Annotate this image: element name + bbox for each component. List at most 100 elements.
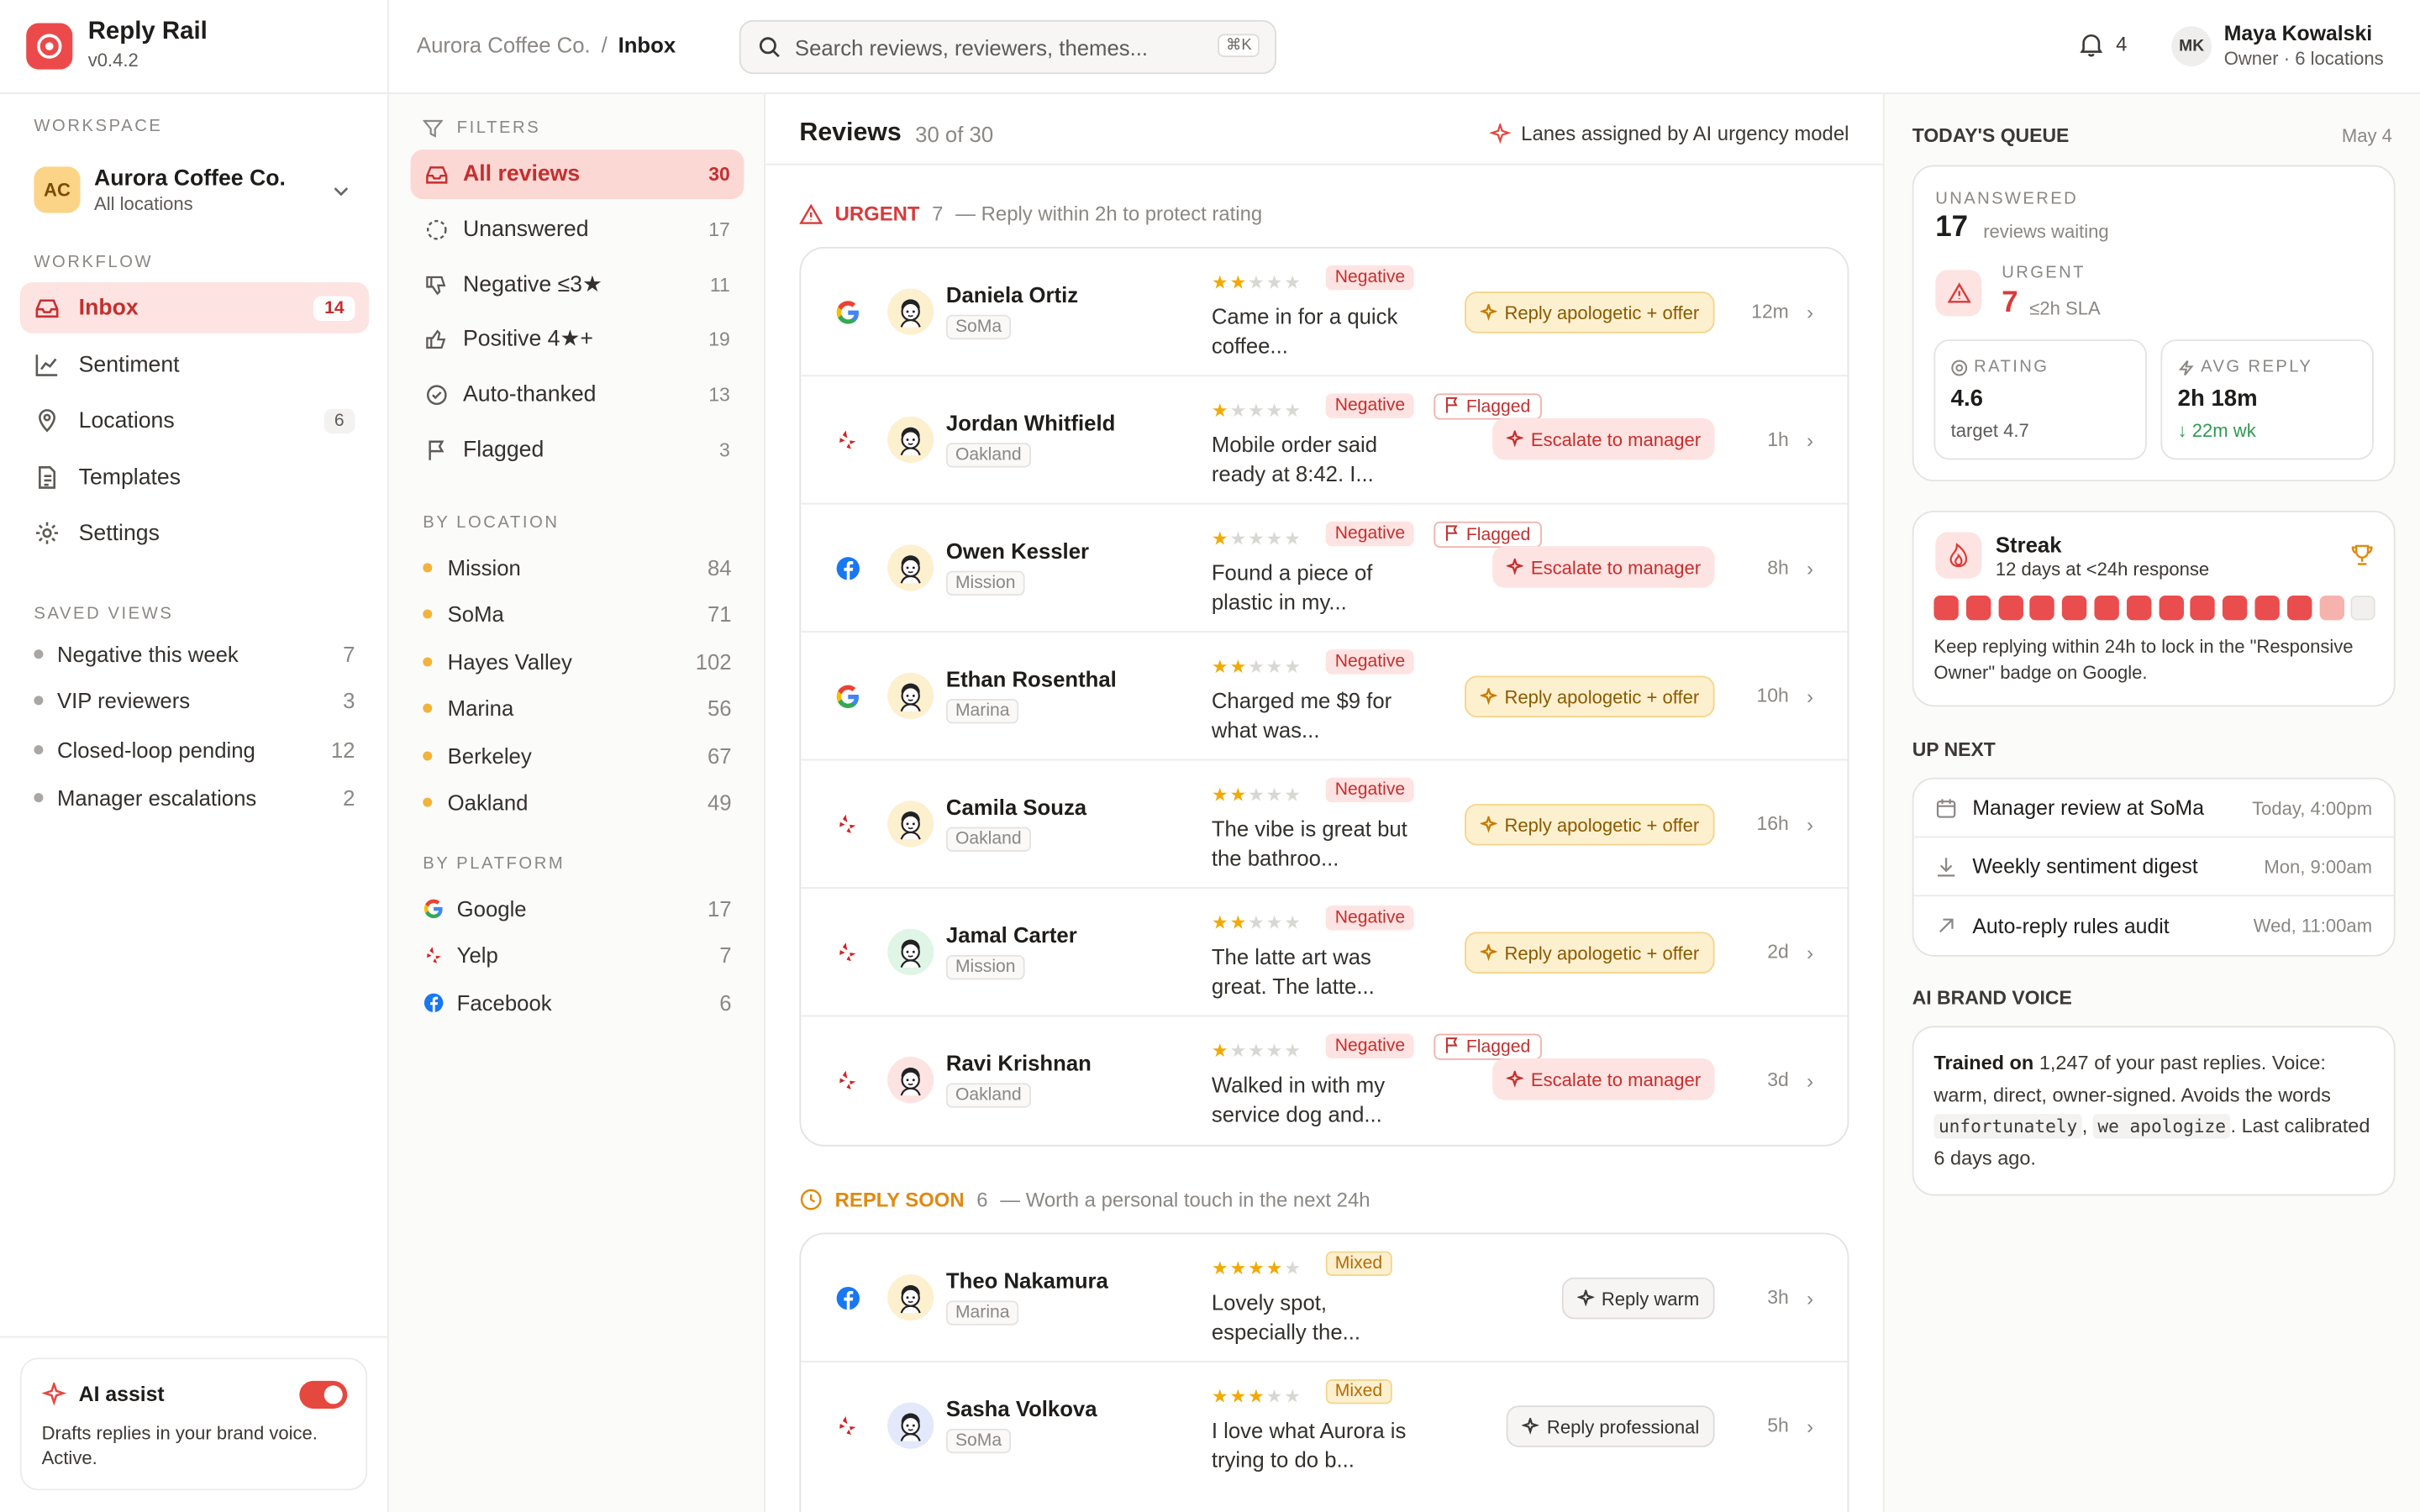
notifications-button[interactable]: 4	[2079, 31, 2127, 57]
up-next-item[interactable]: Manager review at SoMa Today, 4:00pm	[1913, 780, 2394, 838]
location-filter[interactable]: Mission 84	[423, 551, 732, 585]
review-row[interactable]: Camila Souza Oakland ★★★★★ Negative The vibe…	[801, 761, 1848, 889]
avatar	[887, 1274, 934, 1321]
ai-assist-toggle[interactable]	[299, 1380, 348, 1409]
suggested-reply-button[interactable]: Escalate to manager	[1492, 1058, 1715, 1100]
location-filter[interactable]: Hayes Valley 102	[423, 645, 732, 679]
location-filter[interactable]: Berkeley 67	[423, 739, 732, 773]
nav-sentiment[interactable]: Sentiment	[20, 339, 369, 391]
facebook-icon	[424, 993, 444, 1013]
location-filter[interactable]: Oakland 49	[423, 785, 732, 819]
avg-reply-label: AVG REPLY	[2201, 358, 2313, 377]
chevron-right-icon[interactable]: ›	[1807, 685, 1813, 709]
review-row[interactable]: Jamal Carter Mission ★★★★★ Negative The latt…	[801, 889, 1848, 1017]
review-age: 3d	[1767, 1068, 1789, 1091]
search-input[interactable]: Search reviews, reviewers, themes... ⌘K	[739, 19, 1276, 75]
nav-inbox[interactable]: Inbox 14	[19, 282, 369, 333]
review-row[interactable]: Ethan Rosenthal Marina ★★★★★ Negative Charge…	[801, 633, 1848, 761]
filter-positive[interactable]: Positive 4★+ 19	[411, 315, 744, 365]
suggested-reply-button[interactable]: Escalate to manager	[1492, 546, 1715, 588]
avatar[interactable]: MK	[2171, 26, 2212, 66]
nav-templates[interactable]: Templates	[20, 452, 369, 503]
filter-label: Unanswered	[463, 217, 589, 243]
suggested-reply-button[interactable]: Reply apologetic + offer	[1464, 675, 1715, 718]
review-row[interactable]: Ravi Krishnan Oakland ★★★★★ Negative Flagged…	[801, 1016, 1847, 1144]
suggested-reply-button[interactable]: Reply professional	[1507, 1405, 1715, 1447]
chevron-right-icon[interactable]: ›	[1807, 1069, 1813, 1093]
suggested-reply-button[interactable]: Reply apologetic + offer	[1464, 803, 1715, 846]
reviewer-name[interactable]: Camila Souza	[946, 795, 1086, 819]
platform-filter-yelp[interactable]: Yelp 7	[423, 938, 732, 972]
logo-icon	[26, 23, 73, 70]
streak-desc: Keep replying within 24h to lock in the …	[1933, 635, 2354, 684]
chevron-right-icon[interactable]: ›	[1807, 813, 1813, 837]
filter-all-reviews[interactable]: All reviews 30	[410, 150, 744, 199]
suggested-reply-button[interactable]: Reply warm	[1561, 1277, 1715, 1320]
saved-view-label: Negative this week	[56, 642, 239, 667]
up-next-title: Manager review at SoMa	[1972, 795, 2204, 820]
filter-label: All reviews	[463, 161, 581, 187]
platform-filter-google[interactable]: Google 17	[423, 892, 732, 926]
location-filter[interactable]: Marina 56	[423, 691, 732, 725]
chevron-right-icon[interactable]: ›	[1807, 941, 1813, 964]
filter-negative[interactable]: Negative ≤3★ 11	[411, 260, 744, 310]
review-row[interactable]: Owen Kessler Mission ★★★★★ Negative Flagged F…	[801, 505, 1848, 633]
platform-filter-facebook[interactable]: Facebook 6	[423, 986, 732, 1020]
review-row[interactable]: Sasha Volkova SoMa ★★★★★ Mixed I love what A…	[801, 1362, 1847, 1490]
reply-soon-desc: — Worth a personal touch in the next 24h	[1000, 1188, 1370, 1211]
filter-icon	[423, 119, 444, 138]
saved-view-item[interactable]: Closed-loop pending 12	[34, 732, 355, 766]
yelp-icon	[835, 428, 861, 454]
reviewer-name[interactable]: Ravi Krishnan	[946, 1051, 1092, 1075]
flag-icon	[429, 440, 445, 460]
suggested-reply-button[interactable]: Reply apologetic + offer	[1464, 291, 1715, 333]
chevron-right-icon[interactable]: ›	[1807, 1287, 1813, 1310]
chevron-right-icon[interactable]: ›	[1807, 301, 1813, 324]
reviewer-name[interactable]: Owen Kessler	[946, 538, 1089, 563]
reviewer-name[interactable]: Jordan Whitfield	[946, 411, 1115, 435]
saved-view-item[interactable]: VIP reviewers 3	[34, 684, 355, 717]
up-next-label: UP NEXT	[1912, 738, 1996, 761]
chevron-right-icon[interactable]: ›	[1807, 1415, 1813, 1438]
streak-day	[2094, 595, 2119, 621]
filter-unanswered[interactable]: Unanswered 17	[411, 205, 744, 255]
saved-view-count: 2	[343, 785, 355, 811]
map-pin-icon	[39, 409, 55, 433]
reviewer-name[interactable]: Ethan Rosenthal	[946, 666, 1117, 690]
check-circle-icon	[426, 385, 447, 406]
download-icon	[1938, 857, 1955, 876]
chevron-right-icon[interactable]: ›	[1807, 557, 1813, 580]
filter-auto-thanked[interactable]: Auto-thanked 13	[411, 370, 744, 420]
up-next-list: Manager review at SoMa Today, 4:00pm Wee…	[1912, 777, 2396, 957]
up-next-title: Weekly sentiment digest	[1972, 854, 2198, 879]
filter-flagged[interactable]: Flagged 3	[411, 426, 744, 475]
nav-settings[interactable]: Settings	[20, 507, 369, 559]
filters-label: FILTERS	[456, 118, 541, 138]
up-next-item[interactable]: Weekly sentiment digest Mon, 9:00am	[1913, 837, 2394, 897]
nav-locations[interactable]: Locations 6	[20, 395, 369, 446]
review-age: 10h	[1756, 685, 1789, 707]
reviewer-name[interactable]: Sasha Volkova	[946, 1396, 1097, 1420]
suggested-reply-button[interactable]: Escalate to manager	[1492, 417, 1715, 460]
review-row[interactable]: Jordan Whitfield Oakland ★★★★★ Negative Flag…	[801, 376, 1848, 505]
chevron-right-icon[interactable]: ›	[1807, 429, 1813, 453]
review-age: 2d	[1767, 941, 1789, 963]
search-shortcut: ⌘K	[1218, 34, 1260, 57]
reviewer-name[interactable]: Daniela Ortiz	[946, 282, 1078, 307]
reviewer-name[interactable]: Theo Nakamura	[946, 1268, 1108, 1293]
location-filter[interactable]: SoMa 71	[423, 597, 732, 631]
up-next-time: Mon, 9:00am	[2264, 855, 2373, 878]
avoided-word: we apologize	[2092, 1114, 2231, 1139]
review-row[interactable]: Daniela Ortiz SoMa ★★★★★ Negative Came in fo…	[801, 249, 1848, 377]
saved-view-item[interactable]: Negative this week 7	[34, 638, 355, 671]
up-next-item[interactable]: Auto-reply rules audit Wed, 11:00am	[1914, 896, 2394, 955]
user-role: Owner · 6 locations	[2223, 47, 2384, 70]
workspace-switcher[interactable]: AC Aurora Coffee Co. All locations	[20, 155, 369, 228]
saved-view-count: 3	[343, 688, 355, 713]
gear-icon	[36, 522, 59, 544]
review-row[interactable]: Theo Nakamura Marina ★★★★★ Mixed Lovely spot…	[801, 1234, 1848, 1362]
breadcrumb-parent[interactable]: Aurora Coffee Co.	[417, 33, 591, 57]
reviewer-name[interactable]: Jamal Carter	[946, 922, 1077, 947]
suggested-reply-button[interactable]: Reply apologetic + offer	[1464, 932, 1715, 974]
saved-view-item[interactable]: Manager escalations 2	[34, 780, 355, 814]
